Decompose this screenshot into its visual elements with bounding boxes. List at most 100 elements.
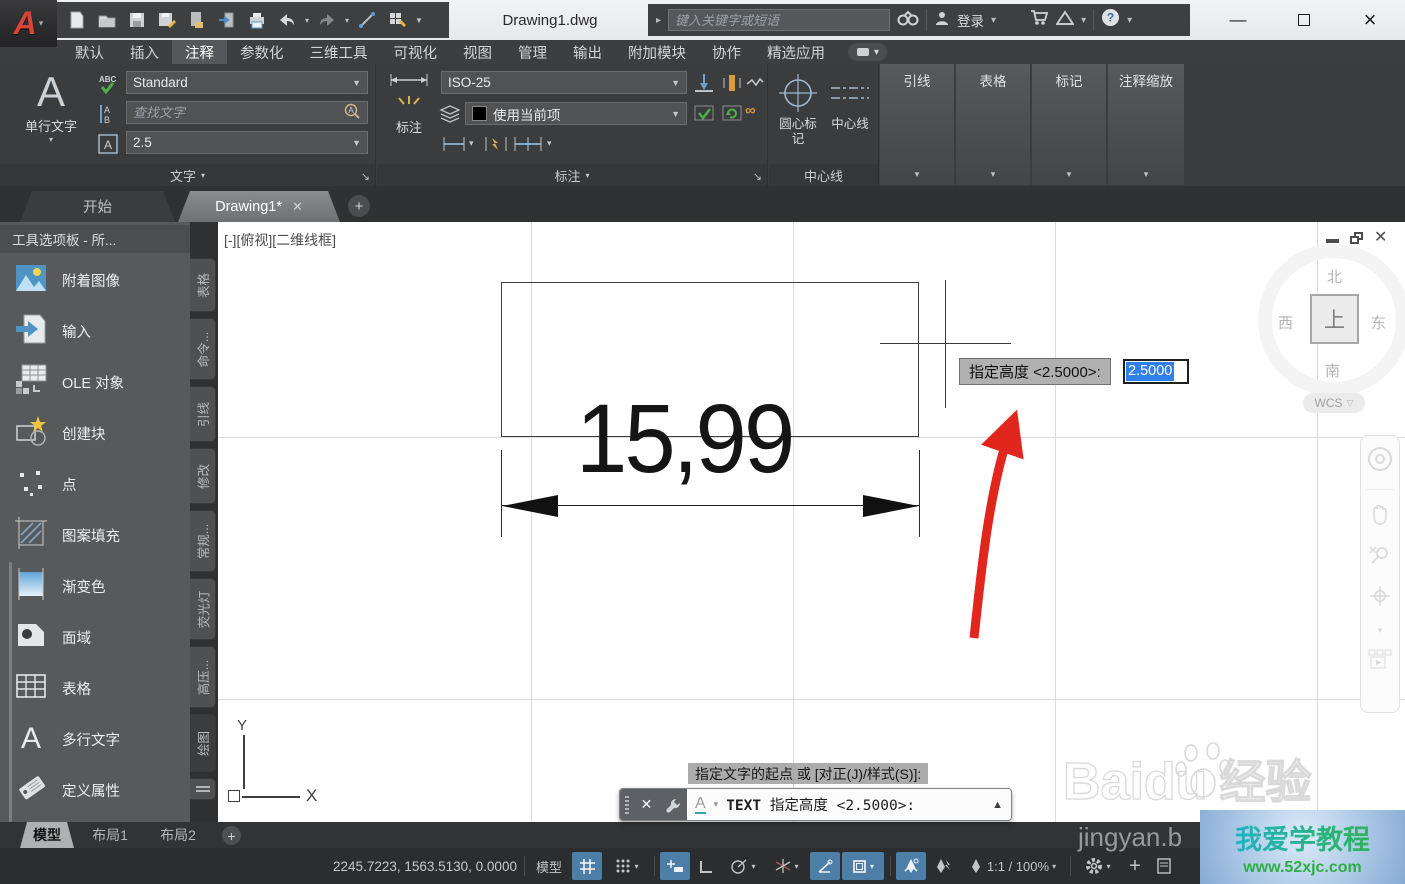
tab-view[interactable]: 视图 xyxy=(450,40,505,64)
palette-item-hatch[interactable]: 图案填充 xyxy=(6,512,184,558)
continue-dim-icon[interactable] xyxy=(513,134,543,154)
auto-annotation-scale-toggle[interactable] xyxy=(928,852,958,880)
workspace-icon[interactable] xyxy=(385,8,409,32)
customization-button[interactable]: + xyxy=(1122,852,1148,880)
transfer-icon[interactable] xyxy=(215,8,239,32)
showmotion-icon[interactable] xyxy=(1367,648,1393,675)
save-icon[interactable] xyxy=(125,8,149,32)
layout-tab-layout1[interactable]: 布局1 xyxy=(78,822,142,848)
palette-tab-list-icon[interactable] xyxy=(190,778,216,800)
palette-item-ole-object[interactable]: OLE 对象 xyxy=(6,359,184,405)
panel-text-footer[interactable]: 文字▾ xyxy=(0,164,375,186)
layout-tab-model[interactable]: 模型 xyxy=(20,822,74,848)
drawing-canvas[interactable]: [-][俯视][二维线框] ✕ 15,99 指定高度 <2.5000>: 2.5… xyxy=(218,222,1405,822)
center-mark-button[interactable]: 圆心标记 xyxy=(774,72,822,147)
tab-featured-apps[interactable]: 精选应用 xyxy=(754,40,838,64)
polar-tracking-toggle[interactable]: ▾ xyxy=(722,852,764,880)
dim-layer-select[interactable]: 使用当前项▼ xyxy=(465,102,687,125)
palette-tab-modify[interactable]: 修改 xyxy=(190,448,216,504)
dim-check-icon[interactable] xyxy=(693,102,715,124)
command-input-field[interactable]: A ▾ TEXT 指定高度 <2.5000>: ▲ xyxy=(687,789,1011,820)
publish-icon[interactable] xyxy=(185,8,209,32)
viewcube-south[interactable]: 南 xyxy=(1325,360,1340,381)
single-line-text-button[interactable]: A 单行文字 ▾ xyxy=(10,68,92,144)
new-layout-button[interactable]: + xyxy=(222,826,241,845)
grid-display-toggle[interactable] xyxy=(572,852,602,880)
palette-tab-command[interactable]: 命令... xyxy=(190,318,216,380)
find-text-search-icon[interactable]: A xyxy=(343,102,361,123)
palette-item-table[interactable]: 表格 xyxy=(6,665,184,711)
quick-dim-icon[interactable] xyxy=(483,134,509,154)
dimension-value-text[interactable]: 15,99 xyxy=(576,390,792,487)
autodesk-dropdown-icon[interactable]: ▾ xyxy=(1081,15,1086,26)
dim-style-select[interactable]: ISO-25▼ xyxy=(441,71,687,94)
help-dropdown-icon[interactable]: ▾ xyxy=(1127,15,1132,26)
find-text-field[interactable]: A xyxy=(126,101,368,124)
object-snap-tracking-toggle[interactable] xyxy=(810,852,840,880)
tool-palette-title[interactable]: 工具选项板 - 所... xyxy=(0,225,190,253)
tab-insert[interactable]: 插入 xyxy=(117,40,172,64)
save-as-icon[interactable] xyxy=(155,8,179,32)
dim-break-icon[interactable] xyxy=(745,72,765,92)
viewcube-west[interactable]: 西 xyxy=(1278,312,1293,333)
viewport-controls-label[interactable]: [-][俯视][二维线框] xyxy=(224,230,336,250)
text-style-select[interactable]: Standard▼ xyxy=(126,71,368,94)
palette-tab-highvoltage[interactable]: 高压... xyxy=(190,646,216,708)
orbit-icon[interactable] xyxy=(1368,584,1392,613)
help-icon[interactable]: ? xyxy=(1101,8,1120,32)
annotation-visibility-toggle[interactable] xyxy=(896,852,926,880)
object-snap-toggle[interactable]: ▾ xyxy=(842,852,884,880)
panel-leader-collapsed[interactable]: 引线▾ xyxy=(880,64,954,185)
tab-visualize[interactable]: 可视化 xyxy=(381,40,451,64)
user-icon[interactable] xyxy=(934,10,950,31)
viewcube-east[interactable]: 东 xyxy=(1371,312,1386,333)
command-line-grip[interactable] xyxy=(620,789,634,820)
tab-3dtools[interactable]: 三维工具 xyxy=(297,40,381,64)
undo-dropdown-icon[interactable]: ▾ xyxy=(305,16,309,25)
viewcube-north[interactable]: 北 xyxy=(1327,266,1342,287)
ortho-mode-toggle[interactable] xyxy=(692,852,720,880)
infocenter-collapse-icon[interactable]: ▸ xyxy=(656,15,661,26)
text-dialog-launcher-icon[interactable]: ↘ xyxy=(361,170,370,183)
palette-tab-draw[interactable]: 绘图 xyxy=(190,714,216,772)
palette-scrollbar[interactable] xyxy=(9,562,12,822)
dynamic-input-toggle[interactable] xyxy=(660,852,690,880)
panel-dimension-footer[interactable]: 标注▾ xyxy=(377,164,767,186)
palette-item-define-attribute[interactable]: 定义属性 xyxy=(6,767,184,813)
palette-item-attach-image[interactable]: 附着图像 xyxy=(6,257,184,303)
redo-icon[interactable] xyxy=(315,8,339,32)
dim-update-icon[interactable] xyxy=(721,102,743,124)
plot-icon[interactable] xyxy=(245,8,269,32)
login-label[interactable]: 登录 xyxy=(957,10,984,30)
isometric-drafting-toggle[interactable]: ▾ xyxy=(766,852,808,880)
command-autocomplete-icon[interactable]: A xyxy=(695,796,706,814)
command-line-close-icon[interactable]: ✕ xyxy=(634,789,659,820)
model-space-button[interactable]: 模型 xyxy=(528,852,570,880)
application-menu-button[interactable]: A ▾ xyxy=(0,0,57,47)
navigation-wheel-icon[interactable] xyxy=(1367,446,1393,477)
autodesk-logo-icon[interactable] xyxy=(1056,10,1074,31)
baseline-dim-icon[interactable] xyxy=(693,72,715,94)
undo-icon[interactable] xyxy=(275,8,299,32)
file-tab-start[interactable]: 开始 xyxy=(20,191,175,222)
zoom-icon[interactable] xyxy=(1368,543,1392,572)
dimension-button[interactable]: 标注 xyxy=(383,70,435,136)
palette-tab-leader[interactable]: 引线 xyxy=(190,386,216,442)
palette-item-gradient[interactable]: 渐变色 xyxy=(6,563,184,609)
snap-mode-toggle[interactable]: ▾ xyxy=(606,852,648,880)
login-dropdown-icon[interactable]: ▾ xyxy=(991,15,996,26)
centerline-button[interactable]: 中心线 xyxy=(825,72,875,132)
command-history-toggle-icon[interactable]: ▲ xyxy=(992,799,1003,811)
dynamic-input-field[interactable]: 2.5000 xyxy=(1123,359,1189,384)
linear-dim-dropdown-icon[interactable]: ▾ xyxy=(469,138,474,149)
command-line-customize-icon[interactable] xyxy=(659,789,687,820)
tab-parametric[interactable]: 参数化 xyxy=(227,40,297,64)
drawing-close-icon[interactable]: ✕ xyxy=(1374,232,1387,244)
dim-infinity-icon[interactable]: ∞ xyxy=(745,102,756,119)
maximize-button[interactable] xyxy=(1291,7,1317,33)
text-height-select[interactable]: 2.5▼ xyxy=(126,131,368,154)
navbar-dropdown-icon[interactable]: ▾ xyxy=(1378,625,1383,636)
palette-item-import[interactable]: 输入 xyxy=(6,308,184,354)
open-folder-icon[interactable] xyxy=(95,8,119,32)
isolate-objects-button[interactable] xyxy=(1150,852,1178,880)
